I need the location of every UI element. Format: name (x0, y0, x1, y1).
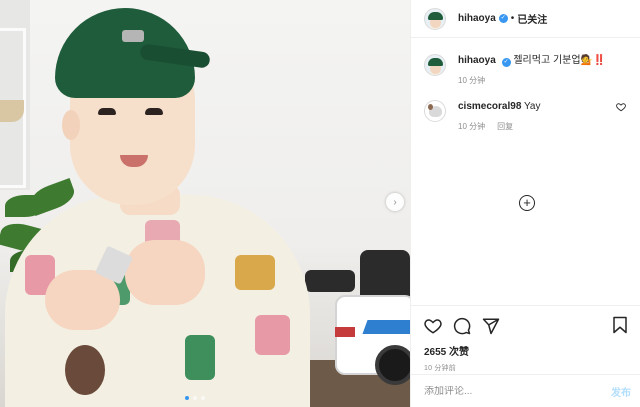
commenter-avatar[interactable] (424, 54, 446, 76)
chevron-right-icon: › (393, 196, 397, 208)
comment-text: 젤리먹고 기분업💁‼️ (513, 55, 606, 66)
carousel-dot (185, 396, 189, 400)
comments-list: hihaoya ✓ 젤리먹고 기분업💁‼️ 10 分钟 cismecoral98… (411, 38, 640, 303)
reply-button[interactable]: 回复 (497, 121, 513, 132)
author-avatar[interactable] (424, 7, 446, 30)
load-more-comments-button[interactable]: + (519, 195, 535, 211)
save-button[interactable] (611, 316, 629, 334)
cap-logo (122, 30, 144, 42)
comment-icon (453, 317, 471, 335)
carousel-next-button[interactable]: › (386, 193, 404, 211)
carousel-dots (185, 396, 205, 400)
post-comment-button[interactable]: 发布 (611, 384, 631, 399)
comment-username[interactable]: hihaoya (458, 55, 496, 66)
comment-button[interactable] (453, 317, 471, 335)
author-username[interactable]: hihaoya (458, 13, 496, 24)
post-timestamp[interactable]: 10 分钟前 (424, 363, 628, 373)
child-ear (62, 110, 80, 140)
follow-status-button[interactable]: 已关注 (517, 11, 547, 26)
carousel-dot (201, 396, 205, 400)
post-header: hihaoya ✓ • 已关注 (411, 0, 640, 38)
child-hand (125, 240, 205, 305)
comment-time[interactable]: 10 分钟 (458, 75, 485, 86)
comment-text: Yay (524, 101, 541, 112)
child-eye (98, 108, 116, 115)
heart-icon (424, 319, 442, 334)
caption-comment: hihaoya ✓ 젤리먹고 기분업💁‼️ 10 分钟 (424, 54, 628, 86)
verified-badge-icon: ✓ (498, 14, 508, 23)
bookmark-icon (613, 316, 627, 334)
carousel-dot (193, 396, 197, 400)
toy-car (305, 245, 410, 385)
commenter-avatar[interactable] (424, 100, 446, 122)
post-actions: 2655 次赞 10 分钟前 (411, 305, 640, 373)
comment-time[interactable]: 10 分钟 (458, 121, 485, 132)
post-media[interactable]: › (0, 0, 410, 407)
likes-label: 次赞 (449, 347, 470, 358)
likes-count[interactable]: 2655 次赞 (424, 343, 628, 358)
comment-like-heart-icon[interactable] (616, 102, 626, 112)
post-panel: hihaoya ✓ • 已关注 hihaoya ✓ 젤리먹고 기분업💁‼️ 10… (410, 0, 640, 407)
share-button[interactable] (482, 317, 500, 335)
comment-username[interactable]: cismecoral98 (458, 101, 521, 112)
comment-item: cismecoral98 Yay 10 分钟 回复 (424, 100, 628, 132)
like-button[interactable] (424, 317, 442, 335)
comment-input[interactable] (424, 385, 611, 397)
header-separator: • (510, 13, 515, 24)
share-icon (482, 318, 500, 335)
child-eye (145, 108, 163, 115)
verified-badge-icon: ✓ (501, 58, 511, 67)
likes-number: 2655 (424, 347, 447, 358)
add-comment-bar: 发布 (411, 374, 640, 407)
plus-icon: + (523, 195, 531, 210)
